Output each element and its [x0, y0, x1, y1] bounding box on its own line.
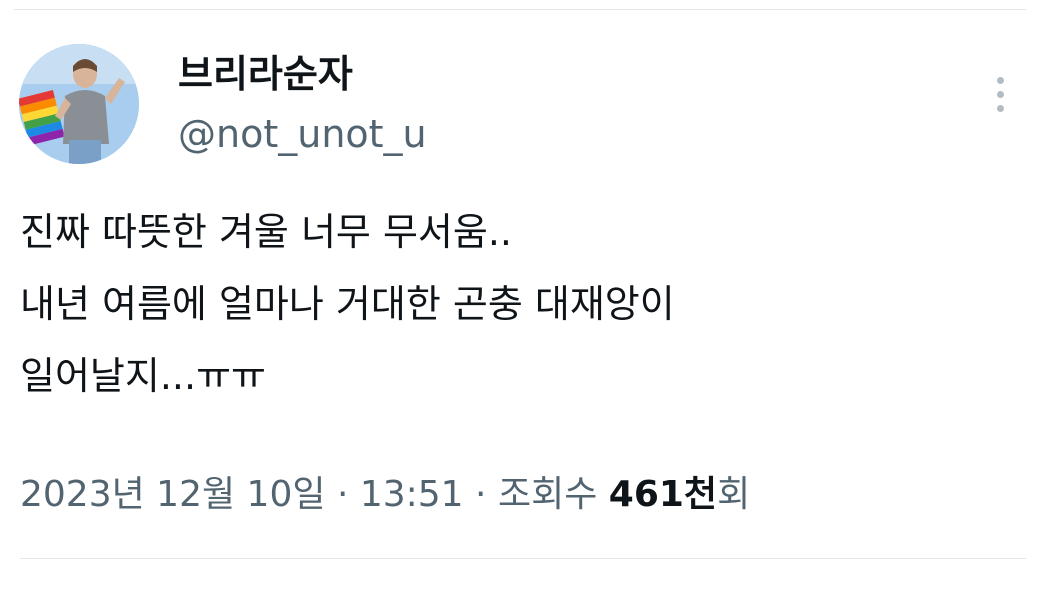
bottom-divider: [20, 558, 1026, 559]
views-suffix: 회: [717, 474, 751, 515]
more-dot: [997, 77, 1004, 84]
top-divider: [14, 9, 1026, 10]
tweet-time[interactable]: 13:51: [360, 474, 464, 515]
tweet-metadata: 2023년 12월 10일 · 13:51 · 조회수 461천회: [20, 467, 750, 523]
author-handle[interactable]: @not_unot_u: [178, 110, 427, 158]
more-dot: [997, 105, 1004, 112]
meta-separator: ·: [336, 474, 349, 515]
views-count[interactable]: 461천: [609, 474, 717, 515]
views-label: 조회수: [497, 474, 598, 515]
tweet-text-line: 일어날지...ㅠㅠ: [20, 354, 266, 398]
tweet-date[interactable]: 2023년 12월 10일: [20, 474, 325, 515]
avatar[interactable]: [19, 44, 139, 164]
more-options-button[interactable]: [986, 70, 1016, 118]
more-dot: [997, 91, 1004, 98]
tweet-text: 진짜 따뜻한 겨울 너무 무서움.. 내년 여름에 얼마나 거대한 곤충 대재앙…: [20, 196, 1020, 412]
avatar-image: [19, 44, 139, 164]
tweet-text-line: 진짜 따뜻한 겨울 너무 무서움..: [20, 210, 512, 254]
author-display-name[interactable]: 브리라순자: [178, 50, 353, 98]
tweet-text-line: 내년 여름에 얼마나 거대한 곤충 대재앙이: [20, 282, 675, 326]
meta-separator: ·: [475, 474, 487, 515]
